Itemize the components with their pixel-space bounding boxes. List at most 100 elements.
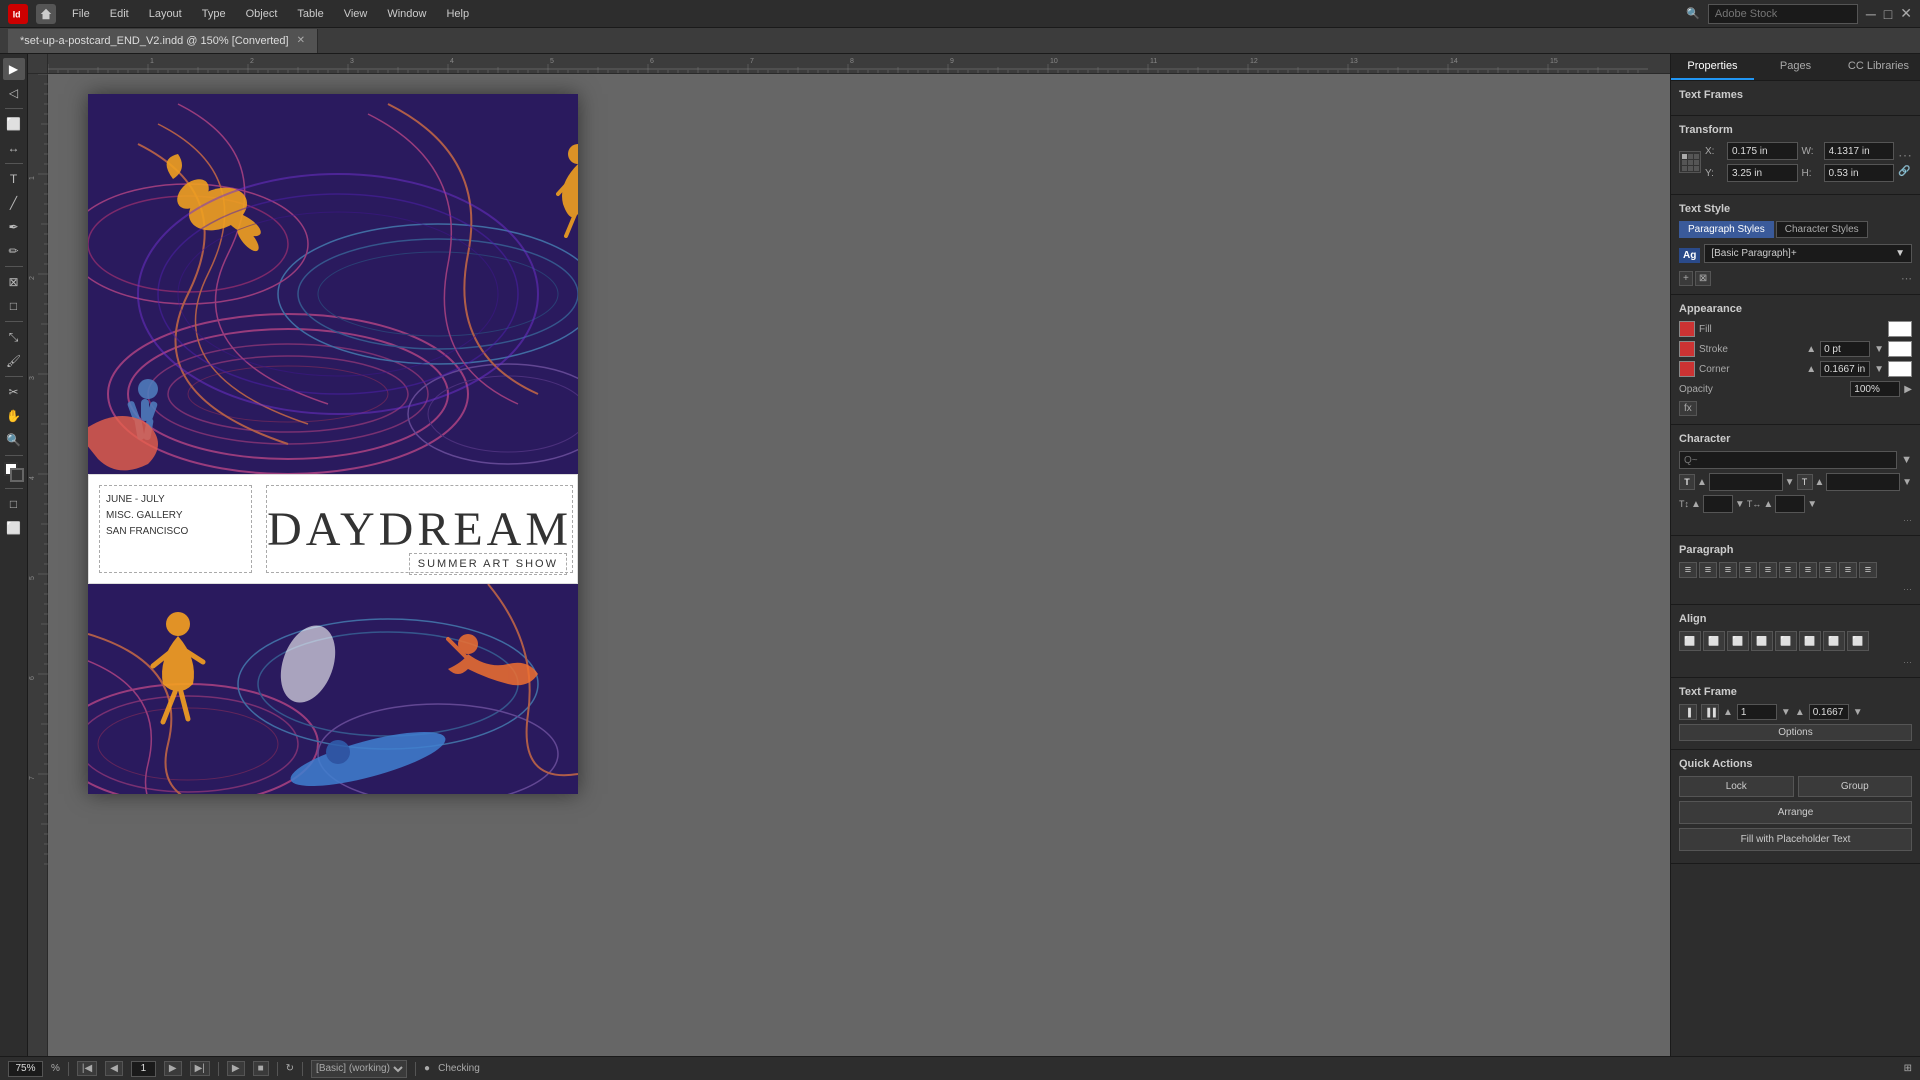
options-btn[interactable]: Options	[1679, 724, 1912, 741]
workspace-dropdown[interactable]: [Basic] (working)	[311, 1060, 407, 1078]
align-to-spine-left[interactable]: ≡	[1839, 562, 1857, 578]
menu-view[interactable]: View	[336, 6, 376, 22]
vscale-down[interactable]: ▼	[1735, 499, 1745, 510]
align-left-edge[interactable]: ⬜	[1679, 631, 1701, 651]
hand-tool[interactable]: ✋	[3, 405, 25, 427]
align-top-edge[interactable]: ⬜	[1751, 631, 1773, 651]
paragraph-more[interactable]: ···	[1679, 582, 1912, 596]
stroke-input[interactable]	[1820, 341, 1870, 357]
align-right-icon[interactable]: ≡	[1719, 562, 1737, 578]
menu-window[interactable]: Window	[379, 6, 434, 22]
char-search-input[interactable]	[1679, 451, 1897, 469]
char-size-up[interactable]: ▲	[1697, 477, 1707, 488]
fill-color-swatch[interactable]	[1888, 321, 1912, 337]
reference-point-grid[interactable]	[1679, 151, 1701, 173]
link-proportions-icon[interactable]: 🔗	[1898, 166, 1912, 177]
tracking-input[interactable]	[1826, 473, 1900, 491]
gutter-up-icon[interactable]: ▲	[1795, 707, 1805, 718]
stroke-color-swatch[interactable]	[1888, 341, 1912, 357]
align-left-icon[interactable]: ≡	[1679, 562, 1697, 578]
opacity-more-icon[interactable]: ▶	[1904, 384, 1912, 395]
maximize-btn[interactable]: □	[1884, 6, 1892, 22]
fx-label[interactable]: fx	[1679, 401, 1697, 416]
pen-tool[interactable]: ✒	[3, 216, 25, 238]
expand-more-icon[interactable]: ⋯	[1898, 147, 1912, 164]
char-tracking-down[interactable]: ▼	[1902, 477, 1912, 488]
stroke-up-icon[interactable]: ▲	[1806, 344, 1816, 355]
group-btn[interactable]: Group	[1798, 776, 1913, 797]
tab-pages[interactable]: Pages	[1754, 54, 1837, 80]
vscale-input[interactable]	[1703, 495, 1733, 513]
menu-help[interactable]: Help	[438, 6, 477, 22]
style-dropdown[interactable]: [Basic Paragraph]+ ▼	[1704, 244, 1912, 263]
play-btn[interactable]: ▶	[227, 1061, 245, 1076]
home-icon[interactable]	[36, 4, 56, 24]
align-v-center[interactable]: ⬜	[1775, 631, 1797, 651]
document-canvas[interactable]: JUNE - JULY MISC. GALLERY SAN FRANCISCO …	[88, 94, 578, 794]
scissors-tool[interactable]: ✂	[3, 381, 25, 403]
close-btn[interactable]: ✕	[1900, 5, 1912, 22]
corner-up-icon[interactable]: ▲	[1806, 364, 1816, 375]
text-box-left[interactable]: JUNE - JULY MISC. GALLERY SAN FRANCISCO	[99, 485, 252, 573]
normal-mode-btn[interactable]: □	[3, 493, 25, 515]
y-input[interactable]	[1727, 164, 1798, 182]
direct-selection-tool[interactable]: ◁	[3, 82, 25, 104]
align-justify-last-center[interactable]: ≡	[1779, 562, 1797, 578]
canvas-scroll[interactable]: 1234567	[28, 74, 1670, 1056]
opacity-input[interactable]	[1850, 381, 1900, 397]
menu-layout[interactable]: Layout	[141, 6, 190, 22]
multi-col-icon[interactable]: ▐▐	[1701, 704, 1719, 720]
italic-icon[interactable]: T	[1797, 474, 1813, 490]
first-page-btn[interactable]: |◀	[77, 1061, 97, 1076]
selection-tool[interactable]: ▶	[3, 58, 25, 80]
type-tool[interactable]: T	[3, 168, 25, 190]
corner-down-icon[interactable]: ▼	[1874, 364, 1884, 375]
prev-page-btn[interactable]: ◀	[105, 1061, 123, 1076]
pencil-tool[interactable]: ✏	[3, 240, 25, 262]
stroke-down-icon[interactable]: ▼	[1874, 344, 1884, 355]
document-tab[interactable]: *set-up-a-postcard_END_V2.indd @ 150% [C…	[8, 29, 318, 53]
gutter-input[interactable]	[1809, 704, 1849, 720]
character-styles-tab[interactable]: Character Styles	[1776, 221, 1868, 238]
page-tool[interactable]: ⬜	[3, 113, 25, 135]
summer-art-show[interactable]: SUMMER ART SHOW	[409, 553, 567, 575]
rectangle-frame-tool[interactable]: ⊠	[3, 271, 25, 293]
x-input[interactable]	[1727, 142, 1798, 160]
menu-object[interactable]: Object	[238, 6, 286, 22]
distribute-left[interactable]: ⬜	[1823, 631, 1845, 651]
hscale-input[interactable]	[1775, 495, 1805, 513]
align-h-center[interactable]: ⬜	[1703, 631, 1725, 651]
preview-mode-btn[interactable]: ⬜	[3, 517, 25, 539]
align-more[interactable]: ···	[1679, 655, 1912, 669]
line-tool[interactable]: ╱	[3, 192, 25, 214]
align-justify-all[interactable]: ≡	[1819, 562, 1837, 578]
gap-tool[interactable]: ↔	[3, 137, 25, 159]
col-up-icon[interactable]: ▲	[1723, 707, 1733, 718]
menu-type[interactable]: Type	[194, 6, 234, 22]
char-size-down[interactable]: ▼	[1785, 477, 1795, 488]
lock-btn[interactable]: Lock	[1679, 776, 1794, 797]
align-bottom-edge[interactable]: ⬜	[1799, 631, 1821, 651]
minimize-btn[interactable]: ─	[1866, 6, 1876, 22]
corner-input[interactable]	[1820, 361, 1870, 377]
distribute-h[interactable]: ⬜	[1847, 631, 1869, 651]
align-to-spine-right[interactable]: ≡	[1859, 562, 1877, 578]
preflight-icon[interactable]: ⊞	[1904, 1063, 1912, 1074]
align-center-icon[interactable]: ≡	[1699, 562, 1717, 578]
delete-style-icon[interactable]: ⊠	[1695, 271, 1711, 286]
menu-table[interactable]: Table	[289, 6, 331, 22]
character-more[interactable]: ···	[1679, 513, 1912, 527]
rectangle-tool[interactable]: □	[3, 295, 25, 317]
char-search-chevron[interactable]: ▼	[1901, 454, 1912, 466]
align-right-edge[interactable]: ⬜	[1727, 631, 1749, 651]
hscale-up[interactable]: ▲	[1763, 499, 1773, 510]
h-input[interactable]	[1824, 164, 1895, 182]
vscale-up[interactable]: ▲	[1691, 499, 1701, 510]
zoom-tool[interactable]: 🔍	[3, 429, 25, 451]
tab-close-btn[interactable]: ✕	[297, 35, 305, 46]
bold-icon[interactable]: T	[1679, 474, 1695, 490]
w-input[interactable]	[1824, 142, 1895, 160]
align-justify-last-left[interactable]: ≡	[1759, 562, 1777, 578]
menu-edit[interactable]: Edit	[102, 6, 137, 22]
tab-properties[interactable]: Properties	[1671, 54, 1754, 80]
